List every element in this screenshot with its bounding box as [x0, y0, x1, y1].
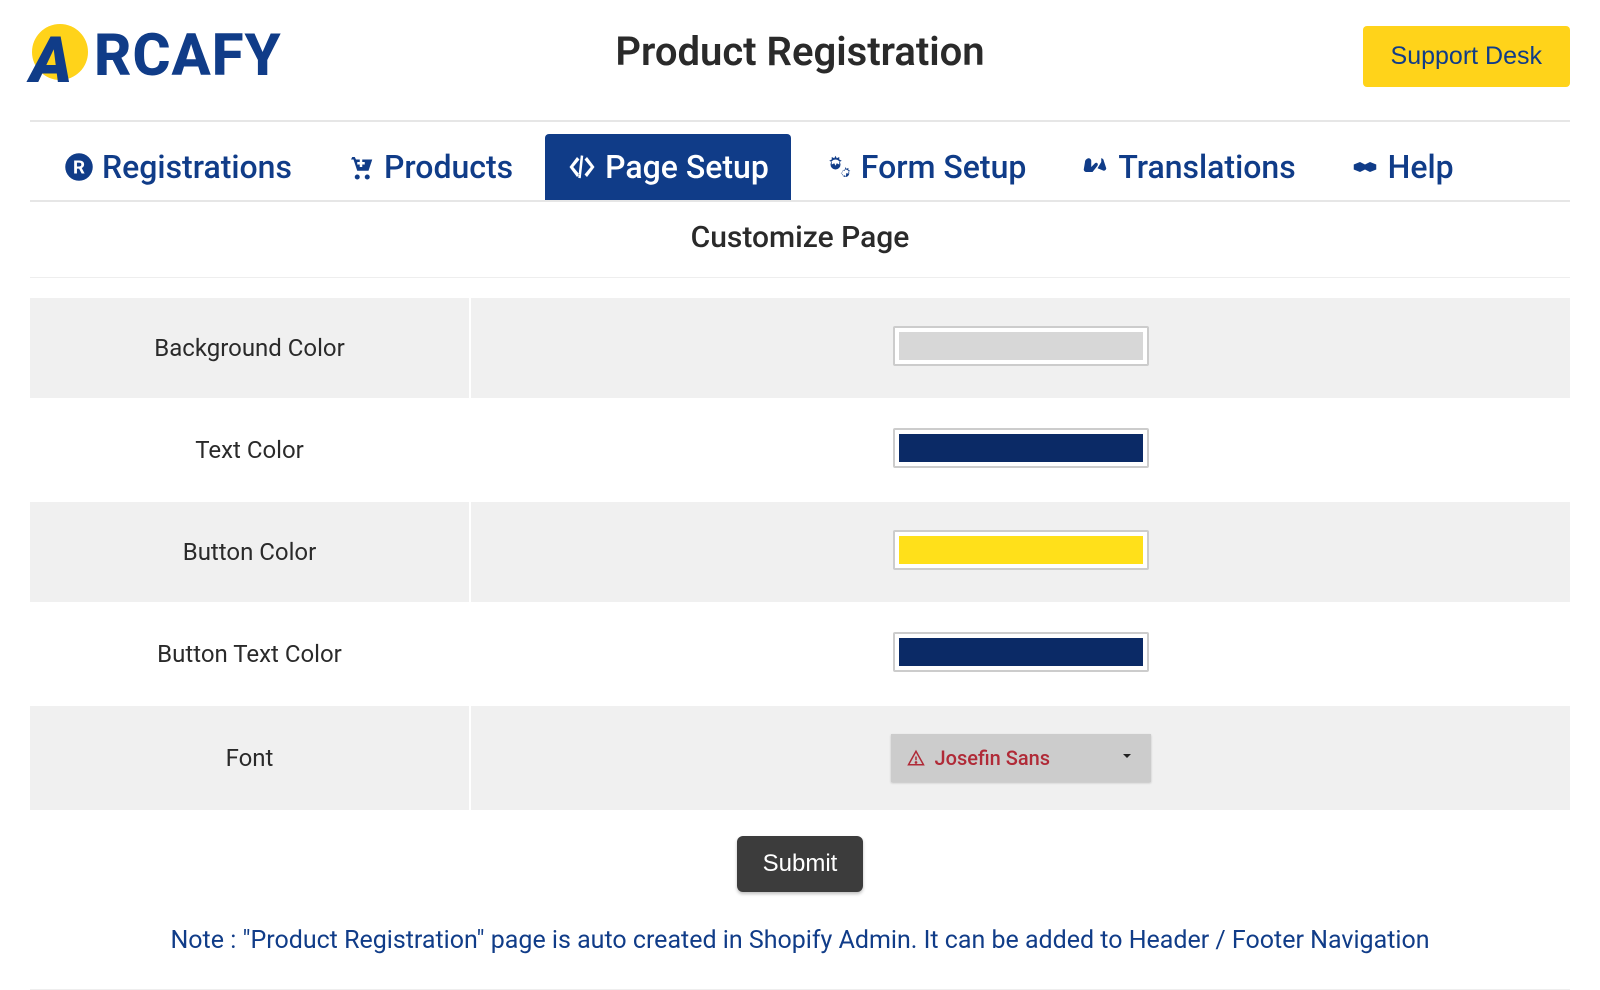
divider: [30, 200, 1570, 202]
setting-label: Font: [30, 705, 470, 811]
table-row: Font Josefin Sans: [30, 705, 1570, 811]
warning-icon: [907, 749, 925, 767]
setting-label: Button Color: [30, 501, 470, 603]
registered-icon: R: [64, 152, 94, 182]
button-text-color-picker[interactable]: [899, 638, 1143, 666]
font-select[interactable]: Josefin Sans: [891, 734, 1151, 782]
tab-label: Form Setup: [861, 148, 1027, 186]
tab-form-setup[interactable]: Form Setup: [801, 134, 1049, 200]
table-row: Background Color: [30, 298, 1570, 399]
table-row: Button Color: [30, 501, 1570, 603]
section-title: Customize Page: [30, 220, 1570, 255]
page-title: Product Registration: [615, 28, 984, 75]
text-color-picker[interactable]: [899, 434, 1143, 462]
settings-table: Background Color Text Color Button Color…: [30, 298, 1570, 812]
note-text: Note : "Product Registration" page is au…: [30, 926, 1570, 955]
setting-label: Text Color: [30, 399, 470, 501]
cart-plus-icon: [346, 152, 376, 182]
hands-helping-icon: [1350, 152, 1380, 182]
table-row: Text Color: [30, 399, 1570, 501]
header: A RCAFY Product Registration Support Des…: [30, 10, 1570, 120]
tab-label: Products: [384, 148, 513, 186]
tab-help[interactable]: Help: [1328, 134, 1476, 200]
divider: [30, 277, 1570, 278]
button-color-picker[interactable]: [899, 536, 1143, 564]
gears-icon: [823, 152, 853, 182]
tab-products[interactable]: Products: [324, 134, 535, 200]
brand-text: RCAFY: [94, 22, 282, 90]
setting-label: Button Text Color: [30, 603, 470, 705]
caret-down-icon: [1119, 748, 1135, 768]
tab-label: Page Setup: [605, 148, 769, 186]
tab-translations[interactable]: Translations: [1058, 134, 1317, 200]
hands-asl-icon: [1080, 152, 1110, 182]
table-row: Button Text Color: [30, 603, 1570, 705]
tab-label: Translations: [1118, 148, 1295, 186]
support-desk-button[interactable]: Support Desk: [1363, 26, 1570, 87]
tab-label: Help: [1388, 148, 1454, 186]
tab-label: Registrations: [102, 148, 292, 186]
svg-text:R: R: [73, 156, 85, 178]
brand-mark-icon: A: [30, 26, 90, 86]
tab-page-setup[interactable]: Page Setup: [545, 134, 791, 200]
background-color-picker[interactable]: [899, 332, 1143, 360]
tab-registrations[interactable]: R Registrations: [42, 134, 314, 200]
setting-label: Background Color: [30, 298, 470, 399]
submit-button[interactable]: Submit: [737, 836, 864, 892]
font-select-value: Josefin Sans: [935, 746, 1119, 770]
tab-bar: R Registrations Products Page Setup Form…: [42, 122, 1570, 200]
brand-logo: A RCAFY: [30, 22, 282, 90]
code-icon: [567, 152, 597, 182]
